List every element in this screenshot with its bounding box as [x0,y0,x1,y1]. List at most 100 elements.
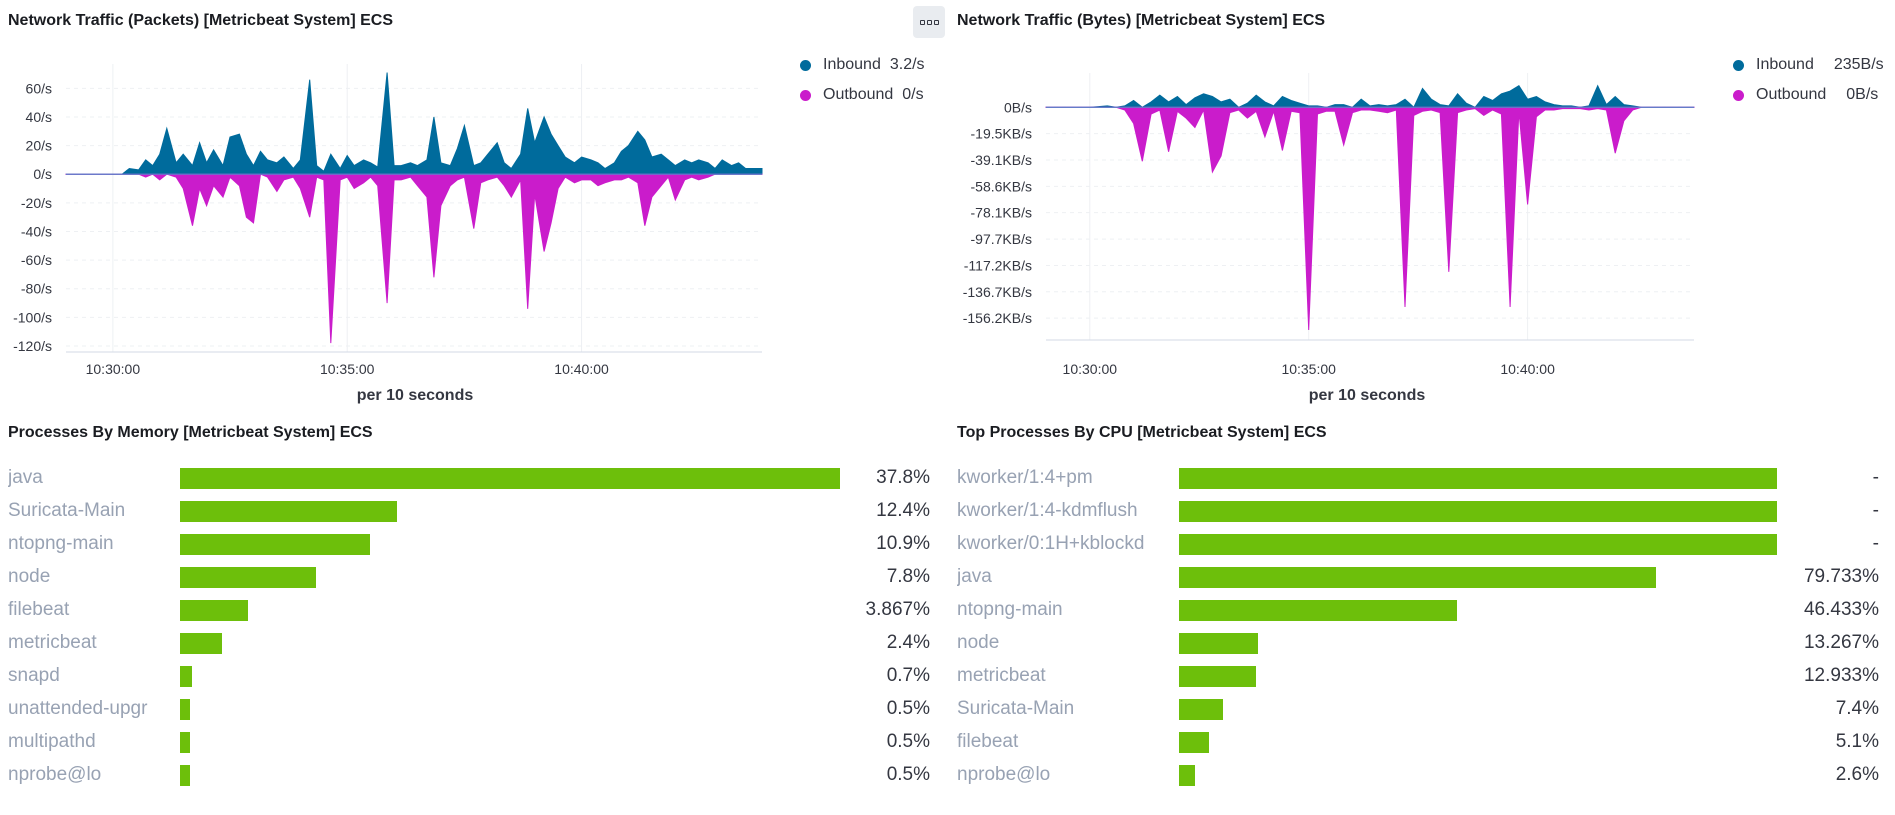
bar-row[interactable]: metricbeat 12.933% [957,660,1879,693]
bar[interactable] [180,600,248,621]
legend-value: 235B/s [1833,56,1884,73]
x-tick-label: 10:35:00 [320,361,375,377]
bar-row[interactable]: filebeat 3.867% [8,594,930,627]
bar-value-label: - [1872,467,1879,488]
bar-category-label: ntopng-main [957,599,1063,620]
x-tick-label: 10:30:00 [86,361,141,377]
bar-row[interactable]: node 7.8% [8,561,930,594]
bar-row[interactable]: filebeat 5.1% [957,726,1879,759]
bar[interactable] [180,699,190,720]
bar[interactable] [1179,468,1777,489]
bar-value-label: 37.8% [876,467,930,488]
legend-label: Inbound [1756,56,1814,73]
bar[interactable] [1179,633,1259,654]
bar[interactable] [1179,699,1224,720]
bar-category-label: unattended-upgr [8,698,148,719]
bar[interactable] [1179,666,1257,687]
y-tick-label: -117.2KB/s [964,257,1032,273]
y-tick-label: -80/s [21,281,52,297]
bar-row[interactable]: Suricata-Main 7.4% [957,693,1879,726]
y-tick-label: -78.1KB/s [971,205,1032,221]
packets-area-chart[interactable]: 60/s 40/s 20/s 0/s -20/s -40/s -60/s -80/s -100/… [0,0,780,380]
bar[interactable] [1179,534,1777,555]
bar-row[interactable]: multipathd 0.5% [8,726,930,759]
x-tick-label: 10:35:00 [1281,361,1336,377]
bar-row[interactable]: java 37.8% [8,462,930,495]
bar-value-label: 5.1% [1835,731,1879,752]
bytes-legend: Inbound 235B/s Outbound 0B/s [1733,50,1884,110]
y-tick-label: 40/s [26,109,52,125]
bar-category-label: metricbeat [957,665,1046,686]
bar-category-label: java [957,566,992,587]
bar[interactable] [180,534,371,555]
bar-category-label: filebeat [8,599,70,620]
bar-value-label: 0.5% [886,698,930,719]
packets-legend: Inbound 3.2/s Outbound 0/s [800,50,925,110]
legend-item-outbound[interactable]: Outbound 0B/s [1733,80,1884,110]
bar[interactable] [180,666,193,687]
panel-options-button[interactable] [913,6,945,38]
bar-value-label: 2.6% [1835,764,1879,785]
bar[interactable] [180,765,190,786]
legend-item-inbound[interactable]: Inbound 235B/s [1733,50,1884,80]
area-series-outbound[interactable] [1045,106,1695,331]
bar[interactable] [1179,501,1777,522]
bar-category-label: node [957,632,1000,653]
bar[interactable] [180,501,397,522]
outbound-dot-icon [800,89,811,101]
y-tick-label: -100/s [13,309,52,325]
bar-value-label: 12.4% [876,500,930,521]
y-tick-label: -20/s [21,195,52,211]
bar-category-label: nprobe@lo [957,764,1051,785]
bar[interactable] [180,732,190,753]
bar[interactable] [1179,567,1656,588]
y-tick-label: -120/s [13,338,52,354]
bar-row[interactable]: nprobe@lo 0.5% [8,759,930,792]
bar-row[interactable]: Suricata-Main 12.4% [8,495,930,528]
panel-options-icon [919,19,925,25]
bar-category-label: java [8,467,43,488]
bar-category-label: filebeat [957,731,1019,752]
bytes-per-label: per 10 seconds [1308,387,1426,404]
bar-row[interactable]: nprobe@lo 2.6% [957,759,1879,792]
bar[interactable] [180,567,317,588]
bar[interactable] [180,633,222,654]
bar-row[interactable]: unattended-upgr 0.5% [8,693,930,726]
bar[interactable] [1179,600,1457,621]
bytes-area-chart[interactable]: 0B/s -19.5KB/s -39.1KB/s -58.6KB/s -78.1KB/s… [950,0,1710,380]
bar-row[interactable]: node 13.267% [957,627,1879,660]
bar-category-label: snapd [8,665,60,686]
bar-row[interactable]: ntopng-main 46.433% [957,594,1879,627]
legend-item-inbound[interactable]: Inbound 3.2/s [800,50,925,80]
bar-row[interactable]: java 79.733% [957,561,1879,594]
x-tick-label: 10:30:00 [1063,361,1118,377]
bar-row[interactable]: kworker/1:4+pm - [957,462,1879,495]
bar-row[interactable]: kworker/1:4-kdmflush - [957,495,1879,528]
legend-label: Inbound [823,56,881,73]
legend-value: 0/s [902,86,924,103]
bar-row[interactable]: kworker/0:1H+kblockd - [957,528,1879,561]
x-tick-label: 10:40:00 [554,361,609,377]
bar[interactable] [1179,765,1195,786]
cpu-bar-list: kworker/1:4+pm - kworker/1:4-kdmflush - kwor… [957,462,1879,792]
bar-value-label: 0.5% [886,764,930,785]
bar-category-label: Suricata-Main [957,698,1075,719]
legend-label: Outbound [823,86,894,103]
bar-value-label: 7.4% [1835,698,1879,719]
bar-value-label: 2.4% [886,632,930,653]
memory-bar-list: java 37.8% Suricata-Main 12.4% ntopng-main 10… [8,462,930,792]
bar-value-label: 46.433% [1803,599,1879,620]
area-series-inbound[interactable] [1045,84,1695,109]
bar-row[interactable]: ntopng-main 10.9% [8,528,930,561]
legend-item-outbound[interactable]: Outbound 0/s [800,80,925,110]
bar-value-label: - [1872,500,1879,521]
bar-row[interactable]: metricbeat 2.4% [8,627,930,660]
bar[interactable] [1179,732,1210,753]
bar-value-label: 13.267% [1803,632,1879,653]
bar[interactable] [180,468,840,489]
bar-value-label: 3.867% [865,599,930,620]
bar-row[interactable]: snapd 0.7% [8,660,930,693]
packets-per-label: per 10 seconds [356,387,474,404]
bar-value-label: 0.5% [886,731,930,752]
y-tick-label: -156.2KB/s [963,310,1032,326]
